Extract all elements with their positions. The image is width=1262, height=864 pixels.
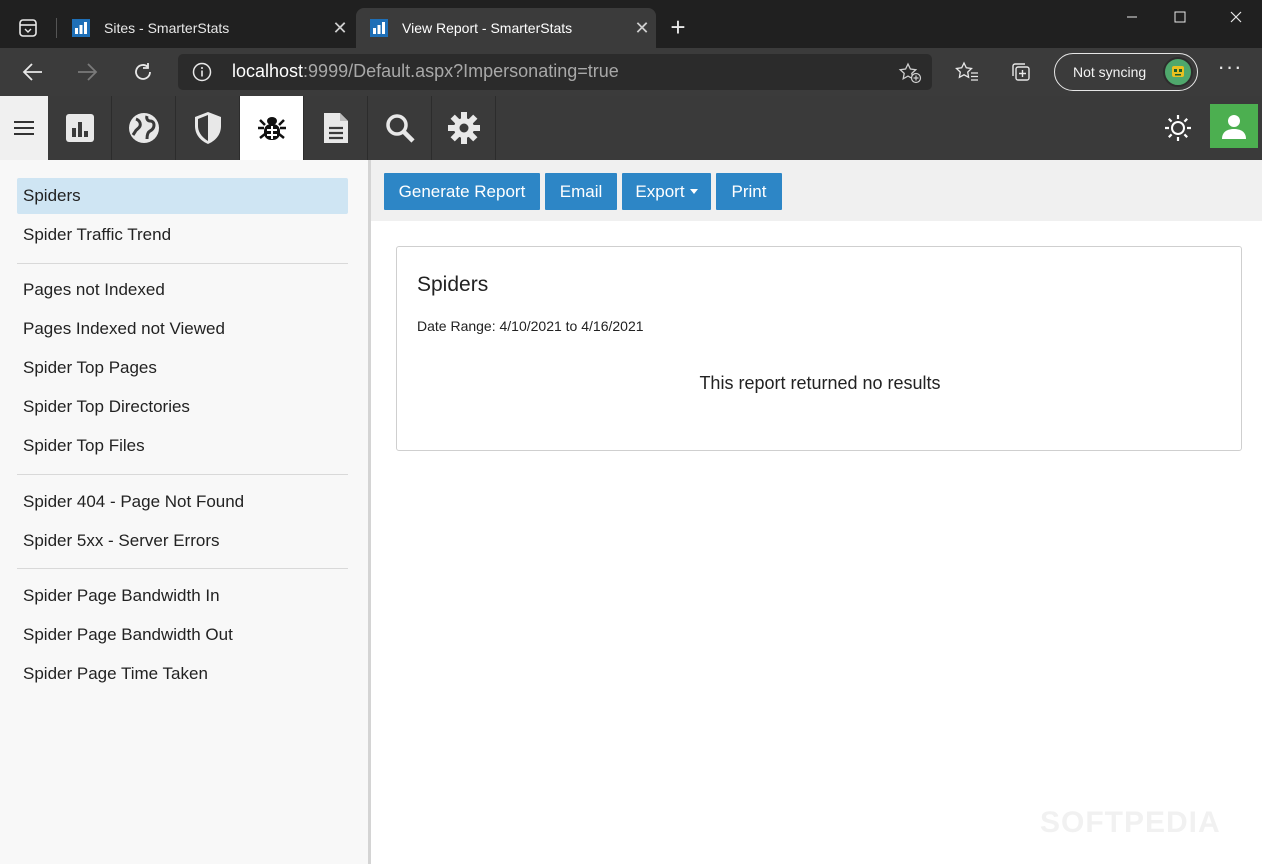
report-title: Spiders [417,273,489,296]
close-window-icon[interactable] [1210,0,1262,34]
document-icon[interactable] [304,96,368,160]
browser-tab-strip: Sites - SmarterStats ✕ View Report - Sma… [0,0,1262,48]
theme-toggle-icon[interactable] [1160,110,1196,146]
user-account-button[interactable] [1210,104,1258,148]
hamburger-menu-icon[interactable] [0,96,48,160]
sidebar-item-bandwidth-in[interactable]: Spider Page Bandwidth In [17,578,348,614]
sidebar-item-spider-traffic-trend[interactable]: Spider Traffic Trend [17,217,348,253]
sidebar-item-spider-top-files[interactable]: Spider Top Files [17,428,348,464]
smarterstats-favicon-icon [72,19,90,37]
forward-arrow-icon[interactable] [70,56,104,88]
tab-title: Sites - SmarterStats [104,20,230,36]
sidebar-item-spider-top-directories[interactable]: Spider Top Directories [17,389,348,425]
minimize-icon[interactable] [1106,0,1158,34]
sidebar-item-spiders[interactable]: Spiders [17,178,348,214]
report-action-bar: Generate Report Email Export Print [371,160,1262,221]
sidebar-item-spider-top-pages[interactable]: Spider Top Pages [17,350,348,386]
more-options-icon[interactable]: ··· [1212,56,1248,84]
bar-chart-icon[interactable] [48,96,112,160]
softpedia-watermark: SOFTPEDIA [1040,806,1221,839]
address-bar[interactable]: localhost:9999/Default.aspx?Impersonatin… [178,54,932,90]
report-date-range: Date Range: 4/10/2021 to 4/16/2021 [417,318,644,334]
user-icon [1222,115,1246,139]
tab-separator [56,18,57,38]
smarterstats-favicon-icon [370,19,388,37]
sidebar-item-pages-indexed-not-viewed[interactable]: Pages Indexed not Viewed [17,311,348,347]
generate-report-button[interactable]: Generate Report [384,173,540,210]
favorites-icon[interactable] [950,56,984,88]
sync-label: Not syncing [1073,64,1147,80]
tab-sites[interactable]: Sites - SmarterStats ✕ [58,8,354,48]
close-tab-icon[interactable]: ✕ [326,18,354,39]
report-sidebar: Spiders Spider Traffic Trend Pages not I… [0,160,368,864]
sidebar-divider [17,568,348,569]
app-nav-bar [0,96,1262,160]
sidebar-item-spider-5xx[interactable]: Spider 5xx - Server Errors [17,523,348,559]
url-text[interactable]: localhost:9999/Default.aspx?Impersonatin… [232,61,619,82]
new-tab-button[interactable]: + [664,12,692,42]
collections-icon[interactable] [1004,56,1038,88]
caret-down-icon [689,189,698,194]
search-icon[interactable] [368,96,432,160]
refresh-icon[interactable] [126,56,160,88]
shield-icon[interactable] [176,96,240,160]
profile-avatar [1163,57,1193,87]
print-button[interactable]: Print [716,173,782,210]
browser-toolbar: localhost:9999/Default.aspx?Impersonatin… [0,48,1262,96]
back-arrow-icon[interactable] [16,56,50,88]
close-tab-icon[interactable]: ✕ [628,18,656,39]
sidebar-item-time-taken[interactable]: Spider Page Time Taken [17,656,348,692]
report-panel: Spiders Date Range: 4/10/2021 to 4/16/20… [396,246,1242,451]
empty-results-message: This report returned no results [699,373,941,393]
sidebar-divider [17,474,348,475]
tab-actions-icon[interactable] [8,10,48,46]
bug-icon[interactable] [240,96,304,160]
sidebar-splitter[interactable] [368,160,371,864]
sidebar-item-spider-404[interactable]: Spider 404 - Page Not Found [17,484,348,520]
globe-icon[interactable] [112,96,176,160]
export-dropdown-button[interactable]: Export [622,173,711,210]
gear-icon[interactable] [432,96,496,160]
sidebar-item-pages-not-indexed[interactable]: Pages not Indexed [17,272,348,308]
tab-title: View Report - SmarterStats [402,20,573,36]
sync-status-button[interactable]: Not syncing [1054,53,1198,91]
sidebar-item-bandwidth-out[interactable]: Spider Page Bandwidth Out [17,617,348,653]
info-icon[interactable] [192,62,212,82]
email-button[interactable]: Email [545,173,617,210]
maximize-icon[interactable] [1154,0,1206,34]
add-favorite-icon[interactable] [898,62,922,84]
tab-view-report[interactable]: View Report - SmarterStats ✕ [356,8,656,48]
sidebar-divider [17,263,348,264]
